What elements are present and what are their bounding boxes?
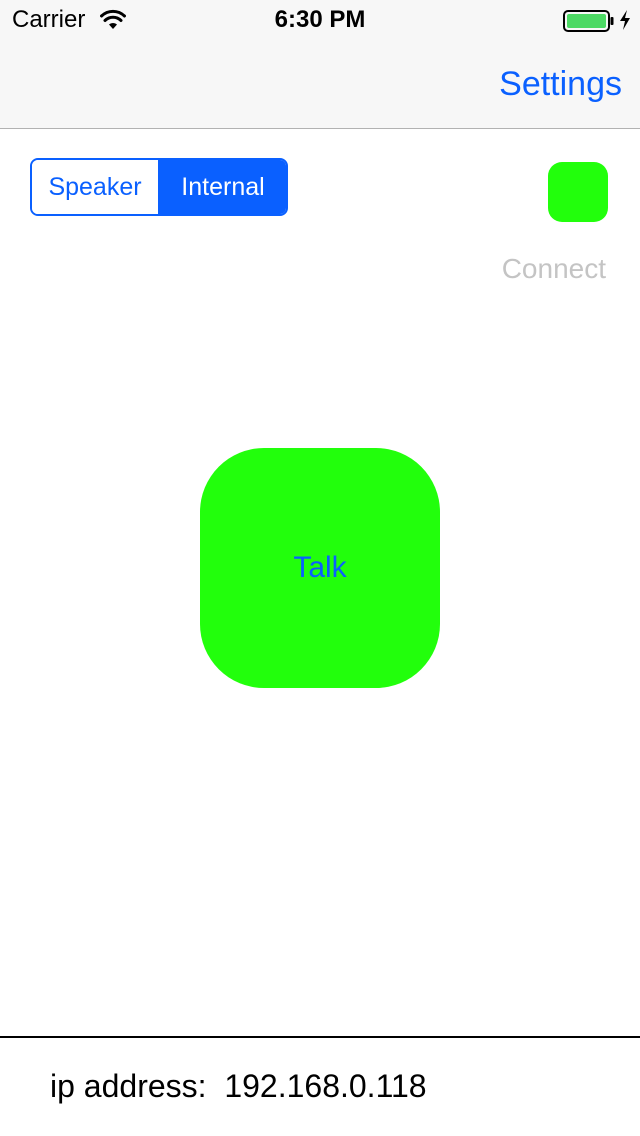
battery-icon (563, 10, 614, 32)
clock: 6:30 PM (274, 6, 366, 33)
ip-address-value: 192.168.0.118 (224, 1068, 427, 1104)
ip-address-row: ip address: 192.168.0.118 (50, 1066, 427, 1106)
connect-button[interactable]: Connect (502, 252, 606, 286)
audio-output-segmented-control: Speaker Internal (30, 158, 288, 216)
status-bar: Carrier 6:30 PM (0, 0, 640, 40)
segment-speaker[interactable]: Speaker (32, 160, 158, 214)
segment-internal[interactable]: Internal (158, 160, 286, 214)
talk-button[interactable]: Talk (200, 448, 440, 688)
navigation-bar: Settings (0, 40, 640, 129)
ip-address-label: ip address: (50, 1068, 207, 1104)
connection-status-indicator (548, 162, 608, 222)
settings-button[interactable]: Settings (499, 64, 622, 104)
footer-divider (0, 1036, 640, 1038)
bolt-icon (620, 10, 630, 30)
talk-label: Talk (293, 551, 347, 584)
